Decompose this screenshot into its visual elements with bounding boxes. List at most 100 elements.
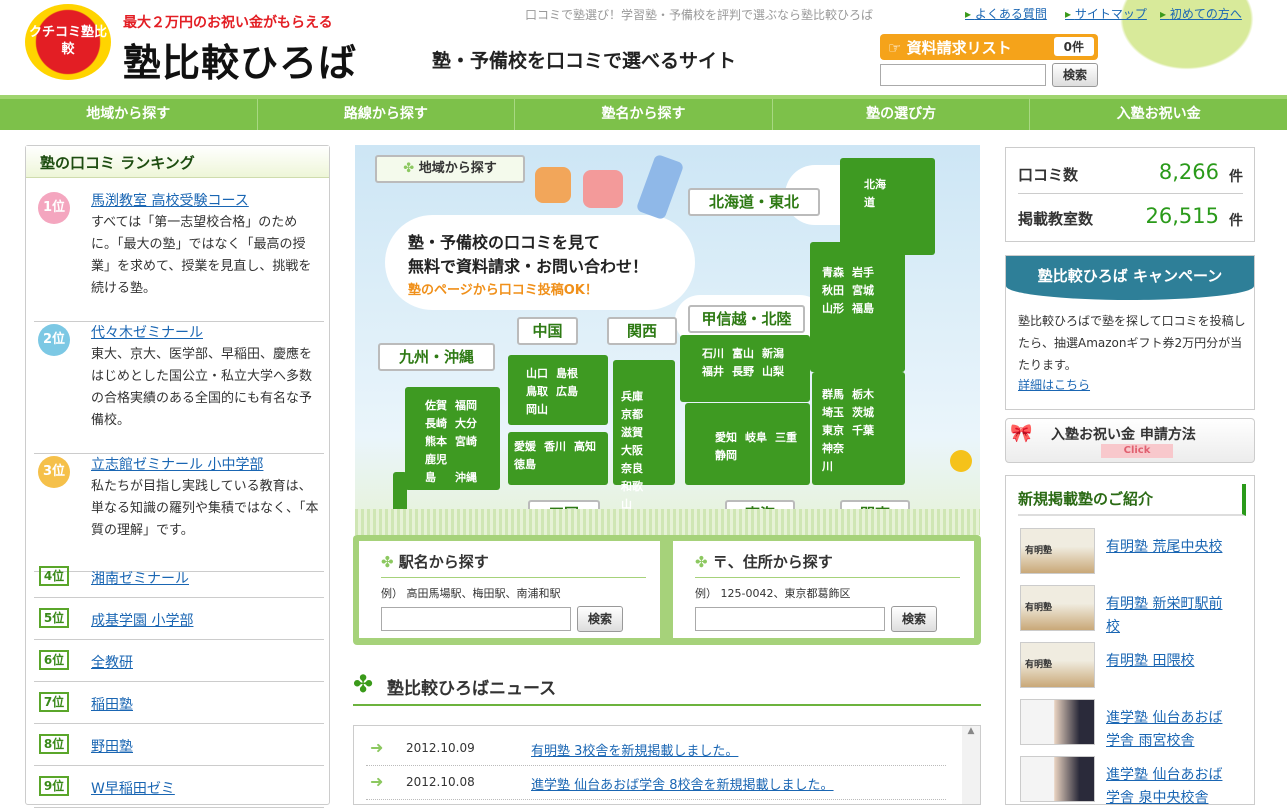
prefecture-link[interactable]: 埼玉 bbox=[822, 404, 852, 422]
ranking-link[interactable]: 全教研 bbox=[91, 652, 133, 672]
prefecture-link[interactable]: 大阪 bbox=[621, 442, 651, 460]
prefecture-link[interactable]: 宮城 bbox=[852, 282, 882, 300]
school-thumbnail[interactable]: 有明塾 bbox=[1020, 528, 1095, 574]
prefecture-block-shikoku[interactable]: 愛媛 香川 高知徳島 bbox=[508, 432, 608, 485]
new-school-link[interactable]: 進学塾 仙台あおば学舎 泉中央校舎 bbox=[1106, 764, 1236, 810]
prefecture-link[interactable]: 山口 bbox=[526, 365, 556, 383]
prefecture-link[interactable]: 大分 bbox=[455, 415, 485, 433]
new-school-link[interactable]: 進学塾 仙台あおば学舎 雨宮校舎 bbox=[1106, 707, 1236, 753]
prefecture-block-tohoku[interactable]: 青森 岩手秋田 宮城山形 福島 bbox=[810, 242, 905, 372]
prefecture-link[interactable]: 山梨 bbox=[762, 363, 792, 381]
prefecture-link[interactable]: 広島 bbox=[556, 383, 586, 401]
prefecture-link[interactable]: 滋賀 bbox=[621, 424, 651, 442]
prefecture-link[interactable]: 栃木 bbox=[852, 386, 882, 404]
prefecture-link[interactable]: 愛媛 bbox=[514, 438, 544, 456]
region-kyushu-okinawa[interactable]: 九州・沖縄 bbox=[378, 343, 495, 371]
prefecture-link[interactable]: 群馬 bbox=[822, 386, 852, 404]
site-logo[interactable]: 塾比較ひろば bbox=[123, 32, 357, 87]
prefecture-link[interactable]: 岡山 bbox=[526, 401, 556, 419]
prefecture-link[interactable]: 石川 bbox=[702, 345, 732, 363]
new-school-link[interactable]: 有明塾 新栄町駅前校 bbox=[1106, 593, 1236, 639]
prefecture-link[interactable]: 長野 bbox=[732, 363, 762, 381]
prefecture-link[interactable]: 京都 bbox=[621, 406, 651, 424]
school-thumbnail[interactable]: 有明塾 bbox=[1020, 642, 1095, 688]
prefecture-link[interactable]: 長崎 bbox=[425, 415, 455, 433]
campaign-title[interactable]: 塾比較ひろば キャンペーン bbox=[1006, 256, 1254, 300]
prefecture-link[interactable]: 岩手 bbox=[852, 264, 882, 282]
prefecture-link[interactable]: 福井 bbox=[702, 363, 732, 381]
region-kansai[interactable]: 関西 bbox=[607, 317, 677, 345]
station-search-button[interactable]: 検索 bbox=[577, 606, 623, 632]
prefecture-link[interactable]: 三重 bbox=[775, 429, 805, 447]
prefecture-block-kanto[interactable]: 群馬 栃木埼玉 茨城東京 千葉神奈川 bbox=[812, 372, 905, 485]
prefecture-block-koshinetsu[interactable]: 石川 富山 新潟福井 長野 山梨 bbox=[680, 335, 810, 402]
new-school-link[interactable]: 有明塾 荒尾中央校 bbox=[1106, 536, 1236, 559]
station-search-input[interactable] bbox=[381, 607, 571, 631]
news-link[interactable]: 有明塾 3校舎を新規掲載しました。 bbox=[531, 740, 738, 759]
region-koshinetsu-hokuriku[interactable]: 甲信越・北陸 bbox=[688, 305, 805, 333]
prefecture-link[interactable]: 宮崎 bbox=[455, 433, 485, 451]
school-thumbnail[interactable] bbox=[1020, 756, 1095, 802]
prefecture-link[interactable]: 奈良 bbox=[621, 460, 651, 478]
prefecture-block-chugoku[interactable]: 山口 島根鳥取 広島岡山 bbox=[508, 355, 608, 425]
prefecture-block-kyushu[interactable]: 佐賀 福岡長崎 大分熊本 宮崎鹿児島 沖縄 bbox=[405, 387, 500, 490]
click-button[interactable]: Click bbox=[1101, 444, 1173, 458]
faq-link[interactable]: よくある質問 bbox=[965, 5, 1047, 22]
prefecture-link[interactable]: 香川 bbox=[544, 438, 574, 456]
nav-celebration-money[interactable]: 入塾お祝い金 bbox=[1030, 99, 1287, 130]
prefecture-link[interactable]: 鹿児島 bbox=[425, 451, 455, 487]
address-search-button[interactable]: 検索 bbox=[891, 606, 937, 632]
prefecture-link[interactable]: 島根 bbox=[556, 365, 586, 383]
ranking-link[interactable]: 成基学園 小学部 bbox=[91, 610, 193, 630]
prefecture-link[interactable]: 熊本 bbox=[425, 433, 455, 451]
nav-area[interactable]: 地域から探す bbox=[0, 99, 258, 130]
ranking-link[interactable]: 代々木ゼミナール bbox=[91, 322, 203, 342]
prefecture-link[interactable]: 青森 bbox=[822, 264, 852, 282]
prefecture-link[interactable]: 山形 bbox=[822, 300, 852, 318]
news-scrollbar[interactable]: ▲ bbox=[962, 726, 980, 804]
prefecture-link[interactable]: 福岡 bbox=[455, 397, 485, 415]
region-chugoku[interactable]: 中国 bbox=[517, 317, 578, 345]
prefecture-link[interactable]: 神奈川 bbox=[822, 440, 852, 476]
header-search-input[interactable] bbox=[880, 64, 1046, 86]
school-thumbnail[interactable]: 有明塾 bbox=[1020, 585, 1095, 631]
prefecture-block-tokai[interactable]: 愛知 岐阜 三重静岡 bbox=[685, 403, 810, 485]
prefecture-link[interactable]: 千葉 bbox=[852, 422, 882, 440]
prefecture-link[interactable]: 沖縄 bbox=[455, 469, 485, 487]
nav-school-name[interactable]: 塾名から探す bbox=[515, 99, 773, 130]
prefecture-link[interactable]: 鳥取 bbox=[526, 383, 556, 401]
campaign-details-link[interactable]: 詳細はこちら bbox=[1018, 376, 1090, 393]
prefecture-link[interactable]: 福島 bbox=[852, 300, 882, 318]
nav-route[interactable]: 路線から探す bbox=[258, 99, 516, 130]
prefecture-link[interactable]: 高知 bbox=[574, 438, 604, 456]
celebration-application-banner[interactable]: 🎀 入塾お祝い金 申請方法 Click bbox=[1005, 418, 1255, 463]
prefecture-link[interactable]: 茨城 bbox=[852, 404, 882, 422]
ranking-link[interactable]: 湘南ゼミナール bbox=[91, 568, 189, 588]
ranking-link[interactable]: 馬渕教室 高校受験コース bbox=[91, 190, 249, 210]
prefecture-link[interactable]: 徳島 bbox=[514, 456, 544, 474]
prefecture-link[interactable]: 佐賀 bbox=[425, 397, 455, 415]
prefecture-link[interactable]: 東京 bbox=[822, 422, 852, 440]
prefecture-link[interactable]: 北海道 bbox=[864, 176, 894, 212]
ranking-link[interactable]: W早稲田ゼミ bbox=[91, 778, 175, 798]
address-search-input[interactable] bbox=[695, 607, 885, 631]
school-thumbnail[interactable] bbox=[1020, 699, 1095, 745]
region-hokkaido-tohoku[interactable]: 北海道・東北 bbox=[688, 188, 820, 216]
news-link[interactable]: 進学塾 仙台あおば学舎 8校舎を新規掲載しました。 bbox=[531, 774, 834, 793]
sitemap-link[interactable]: サイトマップ bbox=[1065, 5, 1147, 22]
ranking-link[interactable]: 野田塾 bbox=[91, 736, 133, 756]
ranking-link[interactable]: 立志館ゼミナール 小中学部 bbox=[91, 454, 263, 474]
prefecture-link[interactable]: 兵庫 bbox=[621, 388, 651, 406]
prefecture-link[interactable]: 富山 bbox=[732, 345, 762, 363]
prefecture-block-kansai[interactable]: 兵庫京都滋賀大阪奈良和歌山 bbox=[613, 360, 675, 511]
header-search-button[interactable]: 検索 bbox=[1052, 63, 1098, 87]
request-list-button[interactable]: ☞ 資料請求リスト 0件 bbox=[880, 34, 1098, 60]
prefecture-link[interactable]: 愛知 bbox=[715, 429, 745, 447]
new-school-link[interactable]: 有明塾 田隈校 bbox=[1106, 650, 1236, 673]
prefecture-link[interactable]: 秋田 bbox=[822, 282, 852, 300]
ranking-link[interactable]: 稲田塾 bbox=[91, 694, 133, 714]
prefecture-link[interactable]: 静岡 bbox=[715, 447, 745, 465]
nav-how-to-choose[interactable]: 塾の選び方 bbox=[773, 99, 1031, 130]
prefecture-link[interactable]: 岐阜 bbox=[745, 429, 775, 447]
first-time-link[interactable]: 初めての方へ bbox=[1160, 5, 1242, 22]
